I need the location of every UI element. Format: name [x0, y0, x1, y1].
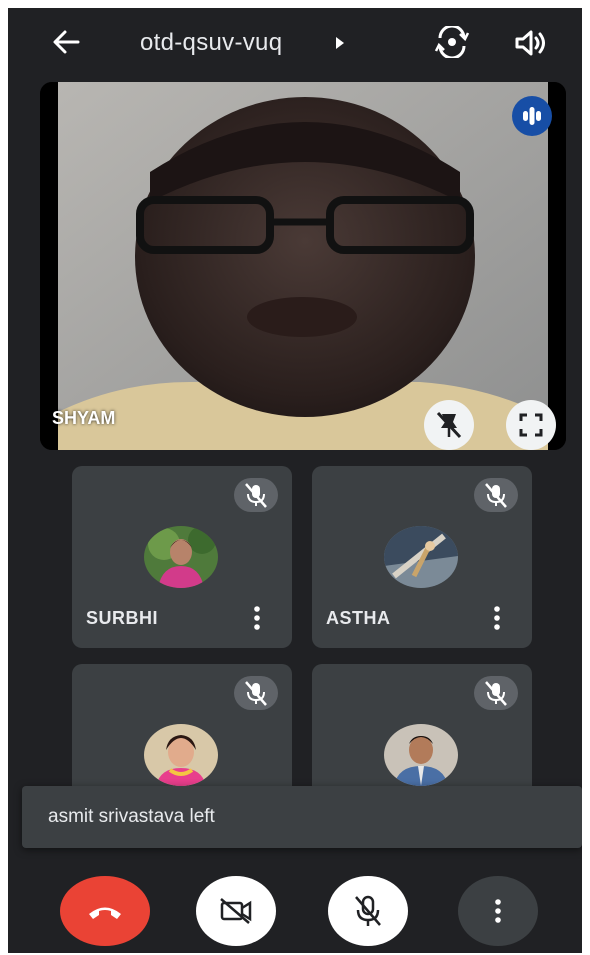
meet-call-screen: otd-qsuv-vuq SHYAM SURBHI ASTHA asmit sr…	[8, 8, 582, 953]
more-vert-icon[interactable]	[250, 604, 264, 632]
participant-tile[interactable]: SURBHI	[72, 466, 292, 648]
unpin-button[interactable]	[424, 400, 474, 450]
back-arrow-icon[interactable]	[50, 28, 82, 56]
speaker-icon[interactable]	[514, 28, 548, 58]
mic-toggle-button[interactable]	[328, 876, 408, 946]
top-bar: otd-qsuv-vuq	[8, 8, 582, 72]
camera-off-icon	[220, 898, 252, 924]
more-options-icon	[495, 899, 501, 923]
toast-message: asmit srivastava left	[48, 806, 215, 827]
participant-tile[interactable]: ASTHA	[312, 466, 532, 648]
main-participant-name: SHYAM	[52, 408, 116, 428]
fullscreen-button[interactable]	[506, 400, 556, 450]
caret-right-icon[interactable]	[334, 36, 346, 50]
switch-camera-icon[interactable]	[434, 26, 470, 58]
mic-off-icon	[355, 895, 381, 926]
meeting-code[interactable]: otd-qsuv-vuq	[140, 29, 282, 57]
unpin-icon	[436, 411, 462, 439]
main-video-tile[interactable]: SHYAM	[40, 82, 566, 450]
mic-muted-icon	[474, 478, 518, 512]
avatar	[144, 724, 218, 786]
mic-muted-icon	[234, 676, 278, 710]
avatar	[384, 724, 458, 786]
notification-toast: asmit srivastava left	[22, 786, 582, 848]
avatar	[144, 526, 218, 588]
speaking-indicator-icon	[512, 96, 552, 136]
camera-toggle-button[interactable]	[196, 876, 276, 946]
end-call-icon	[89, 907, 121, 919]
more-options-button[interactable]	[458, 876, 538, 946]
end-call-button[interactable]	[60, 876, 150, 946]
avatar	[384, 526, 458, 588]
participant-video-feed	[40, 82, 566, 450]
participant-name: SURBHI	[86, 608, 159, 628]
fullscreen-icon	[519, 413, 543, 437]
mic-muted-icon	[474, 676, 518, 710]
more-vert-icon[interactable]	[490, 604, 504, 632]
participant-name: ASTHA	[326, 608, 391, 628]
mic-muted-icon	[234, 478, 278, 512]
